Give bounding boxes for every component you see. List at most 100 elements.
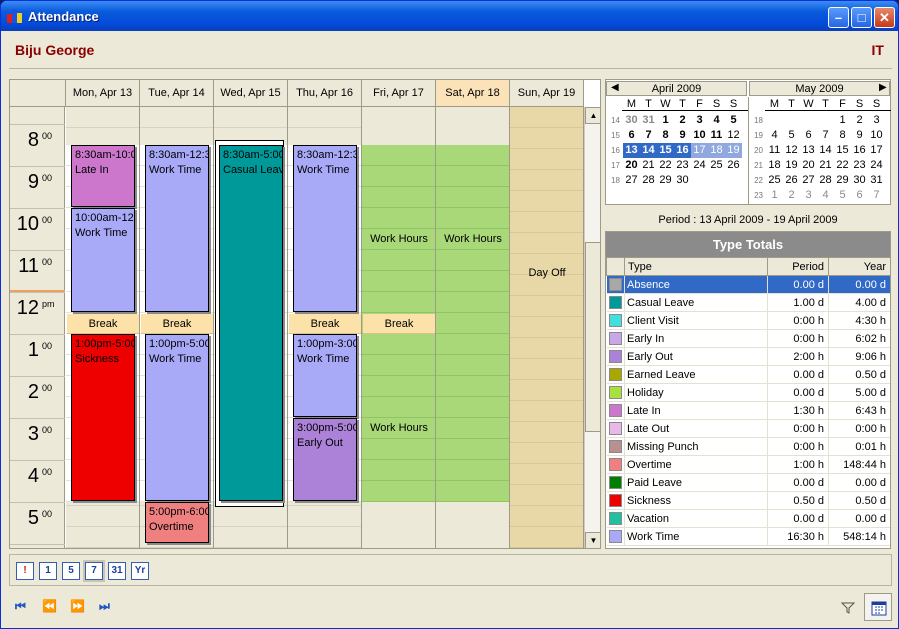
day-header[interactable]: Sun, Apr 19 (510, 80, 584, 107)
calendar-day[interactable]: 16 (851, 143, 868, 158)
view-week-button[interactable]: 7 (85, 562, 103, 580)
break-block[interactable]: Break (141, 313, 213, 334)
totals-row[interactable]: Missing Punch 0:00 h 0:01 h (606, 437, 890, 456)
calendar-day[interactable]: 11 (766, 143, 783, 158)
calendar-day[interactable]: 23 (674, 158, 691, 173)
totals-row[interactable]: Early Out 2:00 h 9:06 h (606, 347, 890, 366)
calendar-day[interactable]: 2 (851, 113, 868, 128)
calendar-day[interactable]: 31 (868, 173, 885, 188)
calendar-day[interactable]: 18 (766, 158, 783, 173)
view-workweek-button[interactable]: 5 (62, 562, 80, 580)
totals-row[interactable]: Overtime 1:00 h 148:44 h (606, 455, 890, 474)
appointment[interactable]: 1:00pm-5:00pmWork Time (145, 333, 209, 501)
calendar-day[interactable]: 24 (691, 158, 708, 173)
calendar-day[interactable]: 16 (674, 143, 691, 158)
day-column[interactable] (436, 107, 510, 548)
totals-row[interactable]: Late Out 0:00 h 0:00 h (606, 419, 890, 438)
last-button[interactable]: ⏭ (99, 599, 110, 614)
scroll-thumb[interactable] (585, 242, 600, 432)
totals-row[interactable]: Paid Leave 0.00 d 0.00 d (606, 473, 890, 492)
totals-row[interactable]: Earned Leave 0.00 d 0.50 d (606, 365, 890, 384)
calendar-day[interactable]: 29 (657, 173, 674, 188)
minimize-button[interactable]: – (828, 7, 849, 28)
day-header[interactable]: Thu, Apr 16 (288, 80, 362, 107)
totals-row[interactable]: Work Time 16:30 h 548:14 h (606, 527, 890, 546)
filter-icon[interactable] (841, 601, 855, 615)
view-exceptions-button[interactable]: ! (16, 562, 34, 580)
calendar-day[interactable]: 4 (766, 128, 783, 143)
appointment[interactable]: 8:30am-5:00pmCasual Leave (219, 144, 283, 501)
calendar-day[interactable]: 5 (725, 113, 742, 128)
maximize-button[interactable]: □ (851, 7, 872, 28)
calendar-day[interactable]: 1 (766, 188, 783, 203)
day-header[interactable]: Sat, Apr 18 (436, 80, 510, 107)
calendar-day[interactable]: 19 (783, 158, 800, 173)
calendar-day[interactable]: 17 (868, 143, 885, 158)
calendar-day[interactable]: 28 (817, 173, 834, 188)
calendar-day[interactable]: 6 (623, 128, 640, 143)
calendar-day[interactable]: 5 (783, 128, 800, 143)
vertical-scrollbar[interactable]: ▲ ▼ (584, 107, 600, 548)
calendar-day[interactable]: 6 (851, 188, 868, 203)
calendar-day[interactable]: 29 (834, 173, 851, 188)
calendar-day[interactable]: 10 (691, 128, 708, 143)
calendar-day[interactable]: 2 (783, 188, 800, 203)
appointment[interactable]: 8:30am-12:30pmWork Time (145, 144, 209, 312)
calendar-day[interactable]: 30 (851, 173, 868, 188)
view-year-button[interactable]: Yr (131, 562, 149, 580)
calendar-day[interactable]: 20 (623, 158, 640, 173)
calendar-day[interactable]: 25 (708, 158, 725, 173)
column-type[interactable]: Type (624, 257, 768, 276)
view-month-button[interactable]: 31 (108, 562, 126, 580)
calendar-day[interactable]: 19 (725, 143, 742, 158)
calendar-day[interactable]: 30 (623, 113, 640, 128)
calendar-day[interactable]: 28 (640, 173, 657, 188)
calendar-day[interactable]: 30 (674, 173, 691, 188)
column-year[interactable]: Year (828, 257, 890, 276)
calendar-day[interactable]: 17 (691, 143, 708, 158)
totals-row[interactable]: Casual Leave 1.00 d 4.00 d (606, 293, 890, 312)
calendar-day[interactable]: 12 (783, 143, 800, 158)
calendar-day[interactable]: 6 (800, 128, 817, 143)
calendar-day[interactable]: 8 (834, 128, 851, 143)
calendar-day[interactable]: 21 (640, 158, 657, 173)
calendar-day[interactable]: 27 (800, 173, 817, 188)
calendar-day[interactable]: 10 (868, 128, 885, 143)
calendar-day[interactable]: 15 (834, 143, 851, 158)
calendar-day[interactable]: 3 (691, 113, 708, 128)
day-header[interactable]: Wed, Apr 15 (214, 80, 288, 107)
calendar-day[interactable]: 15 (657, 143, 674, 158)
calendar-day[interactable]: 8 (657, 128, 674, 143)
appointment[interactable]: 1:00pm-3:00pmWork Time (293, 333, 357, 417)
view-day-button[interactable]: 1 (39, 562, 57, 580)
totals-row[interactable]: Absence 0.00 d 0.00 d (606, 275, 890, 294)
scroll-up-button[interactable]: ▲ (585, 107, 600, 124)
calendar-day[interactable]: 7 (868, 188, 885, 203)
calendar-day[interactable]: 31 (640, 113, 657, 128)
calendar-day[interactable]: 1 (657, 113, 674, 128)
calendar-day[interactable]: 14 (817, 143, 834, 158)
day-column[interactable] (510, 107, 584, 548)
calendar-day[interactable]: 13 (800, 143, 817, 158)
arrow-right-icon[interactable]: ▶ (879, 82, 887, 93)
appointment[interactable]: 3:00pm-5:00pmEarly Out (293, 417, 357, 501)
calendar-day[interactable]: 18 (708, 143, 725, 158)
calendar-day[interactable]: 7 (817, 128, 834, 143)
calendar-day[interactable]: 20 (800, 158, 817, 173)
calendar-day[interactable]: 24 (868, 158, 885, 173)
first-button[interactable]: ⏮ (15, 599, 26, 614)
totals-row[interactable]: Holiday 0.00 d 5.00 d (606, 383, 890, 402)
appointment[interactable]: 1:00pm-5:00pmSickness (71, 333, 135, 501)
calendar-day[interactable]: 4 (708, 113, 725, 128)
appointment[interactable]: 8:30am-10:00amLate In (71, 144, 135, 207)
calendar-day[interactable]: 9 (674, 128, 691, 143)
totals-row[interactable]: Early In 0:00 h 6:02 h (606, 329, 890, 348)
calendar-day[interactable]: 9 (851, 128, 868, 143)
prev-button[interactable]: ⏪ (42, 599, 57, 613)
appointment[interactable]: 10:00am-12:30pmWork Time (71, 207, 135, 312)
next-button[interactable]: ⏩ (70, 599, 85, 613)
calendar-day[interactable]: 27 (623, 173, 640, 188)
calendar-day[interactable]: 13 (623, 143, 640, 158)
totals-row[interactable]: Vacation 0.00 d 0.00 d (606, 509, 890, 528)
calendar-day[interactable]: 7 (640, 128, 657, 143)
